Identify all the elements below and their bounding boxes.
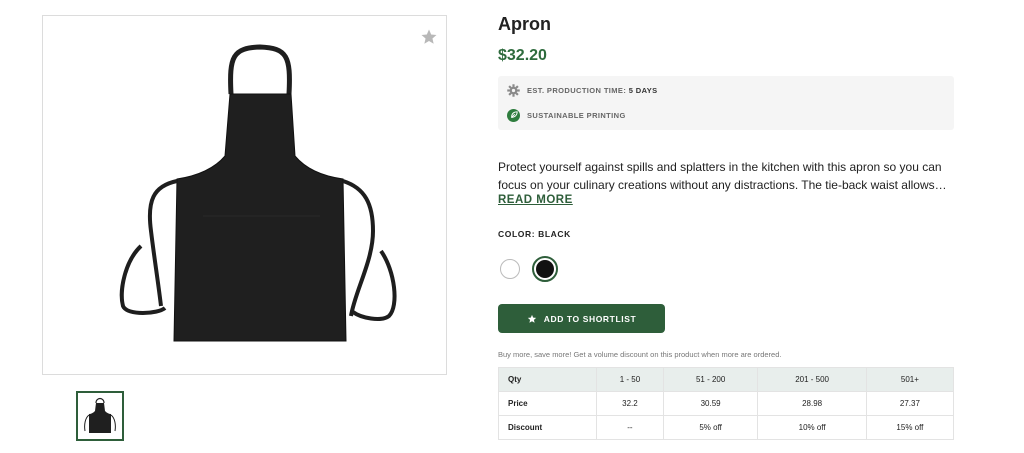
gear-icon [507,83,520,97]
sustainable-printing-text: SUSTAINABLE PRINTING [527,110,626,120]
product-thumbnail[interactable] [76,391,124,441]
color-swatch-black[interactable] [532,256,558,282]
product-image [42,15,447,375]
table-header-cell: 501+ [865,367,955,392]
table-cell: 32.2 [596,391,664,416]
table-cell: 10% off [757,415,867,440]
production-time-row: EST. PRODUCTION TIME: 5 DAYS [507,83,658,97]
product-description: Protect yourself against spills and spla… [498,160,947,192]
table-header-cell: 1 - 50 [596,367,664,392]
table-row: Price 32.2 30.59 28.98 27.37 [498,391,955,416]
read-more-link[interactable]: READ MORE [498,194,573,206]
star-icon [527,314,536,323]
volume-pricing-table: Qty 1 - 50 51 - 200 201 - 500 501+ Price… [498,367,955,440]
table-cell: Discount [498,415,597,440]
table-row: Discount -- 5% off 10% off 15% off [498,415,955,440]
table-cell: 28.98 [757,391,867,416]
table-header-cell: 51 - 200 [662,367,759,392]
volume-discount-note: Buy more, save more! Get a volume discou… [498,350,782,359]
table-cell: 15% off [865,415,955,440]
production-time-text: EST. PRODUCTION TIME: 5 DAYS [527,85,658,95]
add-to-shortlist-label: ADD TO SHORTLIST [543,313,637,324]
table-cell: 5% off [662,415,759,440]
color-label: COLOR: BLACK [498,229,571,239]
table-cell: Price [498,391,597,416]
favorite-star-icon[interactable] [420,28,438,46]
apron-thumbnail-image [84,397,116,433]
feature-box: EST. PRODUCTION TIME: 5 DAYS SUSTAINABLE… [498,76,954,130]
table-cell: -- [596,415,664,440]
color-swatch-white[interactable] [500,259,520,279]
apron-image [119,44,397,342]
table-header-row: Qty 1 - 50 51 - 200 201 - 500 501+ [498,367,955,392]
leaf-icon [507,108,520,122]
table-cell: 27.37 [865,391,955,416]
add-to-shortlist-button[interactable]: ADD TO SHORTLIST [498,304,665,333]
sustainable-printing-row: SUSTAINABLE PRINTING [507,108,626,122]
table-header-cell: Qty [498,367,597,392]
table-cell: 30.59 [662,391,759,416]
product-price: $32.20 [498,47,547,64]
table-header-cell: 201 - 500 [757,367,867,392]
product-title: Apron [498,14,551,34]
